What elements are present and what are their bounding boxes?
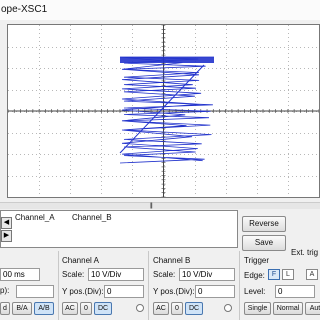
- mode-ba-button[interactable]: B/A: [12, 302, 32, 315]
- window-title: ope-XSC1: [1, 4, 47, 15]
- ext-trig-label: Ext. trig: [291, 248, 318, 257]
- divider: [58, 251, 59, 320]
- channel-a-zero-button[interactable]: 0: [80, 302, 92, 315]
- trigger-auto-button[interactable]: Aut: [305, 302, 320, 315]
- channel-b-ac-button[interactable]: AC: [153, 302, 169, 315]
- divider: [239, 251, 240, 320]
- channel-b-ypos-field[interactable]: 0: [195, 285, 235, 298]
- channel-a-ac-button[interactable]: AC: [62, 302, 78, 315]
- channel-a-dc-button[interactable]: DC: [94, 302, 112, 315]
- scope-plot: [8, 25, 319, 197]
- cursor-left-arrow-icon[interactable]: ◀: [1, 217, 12, 229]
- scope-screen: [7, 24, 320, 198]
- timebase-xpos-field[interactable]: [16, 285, 54, 298]
- channel-a-ypos-field[interactable]: 0: [104, 285, 144, 298]
- scroll-grip-icon[interactable]: |||: [150, 203, 152, 209]
- trigger-title: Trigger: [244, 256, 269, 265]
- channel-a-scale-field[interactable]: 10 V/Div: [88, 268, 144, 281]
- channel-b-scale-label: Scale:: [153, 270, 175, 279]
- cursor-right-arrow-icon[interactable]: ▶: [1, 230, 12, 242]
- channel-a-scale-label: Scale:: [62, 270, 84, 279]
- horizontal-scrollbar[interactable]: |||: [0, 202, 320, 209]
- edge-rising-icon[interactable]: F: [268, 269, 280, 280]
- channel-b-title: Channel B: [153, 256, 190, 265]
- timebase-partial-label: p):: [0, 286, 9, 295]
- mode-add-button[interactable]: d: [0, 302, 10, 315]
- edge-falling-icon[interactable]: L: [282, 269, 294, 280]
- channel-b-zero-button[interactable]: 0: [171, 302, 183, 315]
- channel-b-radio-icon[interactable]: [224, 304, 232, 312]
- title-bar: ope-XSC1: [0, 0, 320, 20]
- trigger-level-field[interactable]: 0: [275, 285, 315, 298]
- save-button[interactable]: Save: [242, 235, 286, 251]
- channel-b-ypos-label: Y pos.(Div):: [153, 287, 195, 296]
- channel-a-ypos-label: Y pos.(Div):: [62, 287, 104, 296]
- channel-a-radio-icon[interactable]: [136, 304, 144, 312]
- trace-zigzag: [120, 57, 214, 163]
- col-channel-a: Channel_A: [15, 213, 55, 222]
- divider: [148, 251, 149, 320]
- timebase-scale-field[interactable]: 00 ms: [0, 268, 40, 281]
- reverse-button[interactable]: Reverse: [242, 216, 286, 232]
- trigger-single-button[interactable]: Single: [244, 302, 271, 315]
- trigger-source-a-button[interactable]: A: [306, 269, 318, 280]
- scope-display-frame: [0, 20, 320, 202]
- trigger-edge-label: Edge:: [244, 271, 265, 280]
- cursor-readout-table: ◀ ▶ Channel_A Channel_B: [0, 210, 238, 248]
- trace-top-band: [120, 57, 214, 63]
- channel-b-dc-button[interactable]: DC: [185, 302, 203, 315]
- col-channel-b: Channel_B: [72, 213, 112, 222]
- channel-b-scale-field[interactable]: 10 V/Div: [179, 268, 235, 281]
- trigger-level-label: Level:: [244, 287, 265, 296]
- channel-a-title: Channel A: [62, 256, 99, 265]
- trigger-normal-button[interactable]: Normal: [273, 302, 303, 315]
- mode-ab-button[interactable]: A/B: [34, 302, 54, 315]
